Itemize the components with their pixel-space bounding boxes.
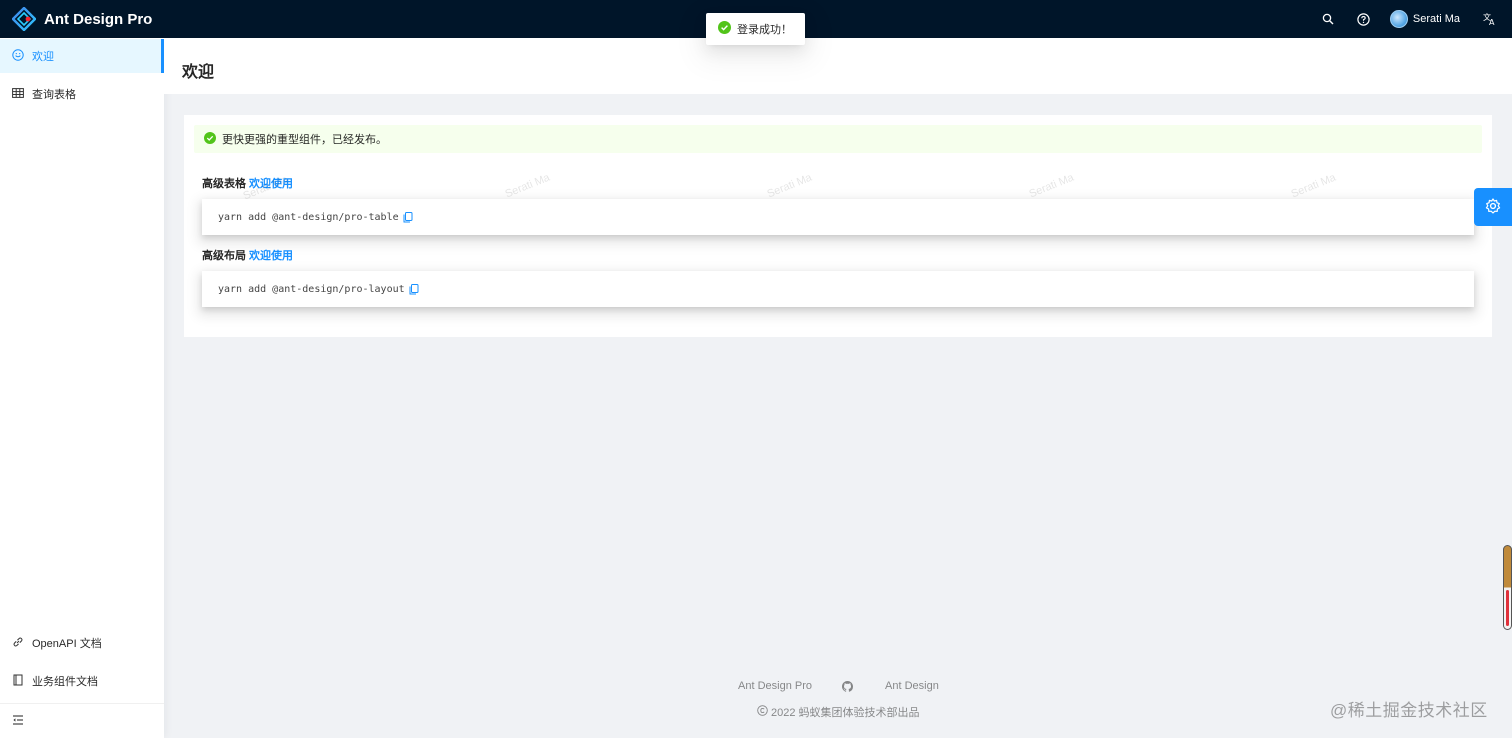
github-icon[interactable] — [842, 681, 854, 695]
sidebar-link-components-docs[interactable]: 业务组件文档 — [0, 664, 164, 698]
login-success-toast: 登录成功！ — [706, 13, 805, 45]
book-icon — [12, 674, 24, 689]
section-title-pro-table: 高级表格 欢迎使用 — [202, 175, 293, 191]
install-command: yarn add @ant-design/pro-layout — [218, 283, 405, 295]
install-command: yarn add @ant-design/pro-table — [218, 211, 399, 223]
copyright-icon — [757, 705, 768, 719]
sidebar-item-welcome[interactable]: 欢迎 — [0, 39, 164, 73]
success-alert: 更快更强的重型组件，已经发布。 — [194, 125, 1482, 153]
footer-link-ant-design-pro[interactable]: Ant Design Pro — [738, 680, 812, 692]
gear-icon — [1485, 197, 1501, 217]
search-icon[interactable] — [1310, 0, 1346, 38]
check-circle-icon — [204, 131, 216, 147]
welcome-card: 更快更强的重型组件，已经发布。 高级表格 欢迎使用 yarn add @ant-d… — [184, 115, 1492, 337]
copyright-text: 2022 蚂蚁集团体验技术部出品 — [771, 707, 920, 719]
code-block-pro-layout: yarn add @ant-design/pro-layout — [202, 271, 1474, 307]
check-circle-icon — [718, 21, 731, 37]
svg-text:A: A — [1489, 18, 1495, 26]
question-icon[interactable] — [1346, 0, 1382, 38]
sidebar-link-openapi[interactable]: OpenAPI 文档 — [0, 626, 164, 660]
sidebar-collapse-bar — [0, 703, 164, 738]
copy-icon[interactable] — [409, 283, 419, 295]
sidebar-item-table[interactable]: 查询表格 — [0, 77, 164, 111]
sidebar-link-label: 业务组件文档 — [32, 676, 98, 688]
link-icon — [12, 636, 24, 651]
sidebar-item-label: 欢迎 — [32, 51, 54, 63]
menu-fold-icon[interactable] — [12, 714, 24, 729]
settings-drawer-button[interactable] — [1474, 188, 1512, 226]
smile-icon — [12, 48, 24, 64]
table-icon — [12, 87, 24, 102]
avatar — [1389, 10, 1408, 28]
footer-copyright: 2022 蚂蚁集团体验技术部出品 — [757, 704, 920, 720]
ant-design-logo-icon — [11, 6, 37, 32]
scroll-indicator[interactable] — [1503, 545, 1512, 630]
code-block-pro-table: yarn add @ant-design/pro-table — [202, 199, 1474, 235]
user-name: Serati Ma — [1412, 13, 1460, 25]
user-menu[interactable]: Serati Ma — [1382, 0, 1472, 38]
sidebar-link-label: OpenAPI 文档 — [32, 638, 102, 650]
welcome-link-pro-table[interactable]: 欢迎使用 — [249, 178, 293, 190]
section-title: 高级布局 — [202, 250, 246, 262]
translate-icon[interactable]: 文A — [1472, 0, 1508, 38]
page-header: 欢迎 — [164, 38, 1512, 94]
sidebar: 欢迎 查询表格 OpenAPI 文档 业务组件文档 — [0, 38, 164, 738]
footer-link-ant-design[interactable]: Ant Design — [885, 680, 939, 692]
footer-links: Ant Design Pro Ant Design — [164, 680, 1512, 694]
juejin-watermark: @稀土掘金技术社区 — [1330, 701, 1488, 720]
copy-icon[interactable] — [403, 211, 413, 223]
alert-message: 更快更强的重型组件，已经发布。 — [222, 134, 387, 146]
section-title: 高级表格 — [202, 178, 246, 190]
section-title-pro-layout: 高级布局 欢迎使用 — [202, 247, 293, 263]
toast-message: 登录成功！ — [737, 24, 792, 36]
app-logo[interactable]: Ant Design Pro — [11, 6, 153, 32]
sidebar-item-label: 查询表格 — [32, 89, 76, 101]
welcome-link-pro-layout[interactable]: 欢迎使用 — [249, 250, 293, 262]
app-title: Ant Design Pro — [44, 10, 153, 28]
page-title: 欢迎 — [182, 64, 215, 81]
